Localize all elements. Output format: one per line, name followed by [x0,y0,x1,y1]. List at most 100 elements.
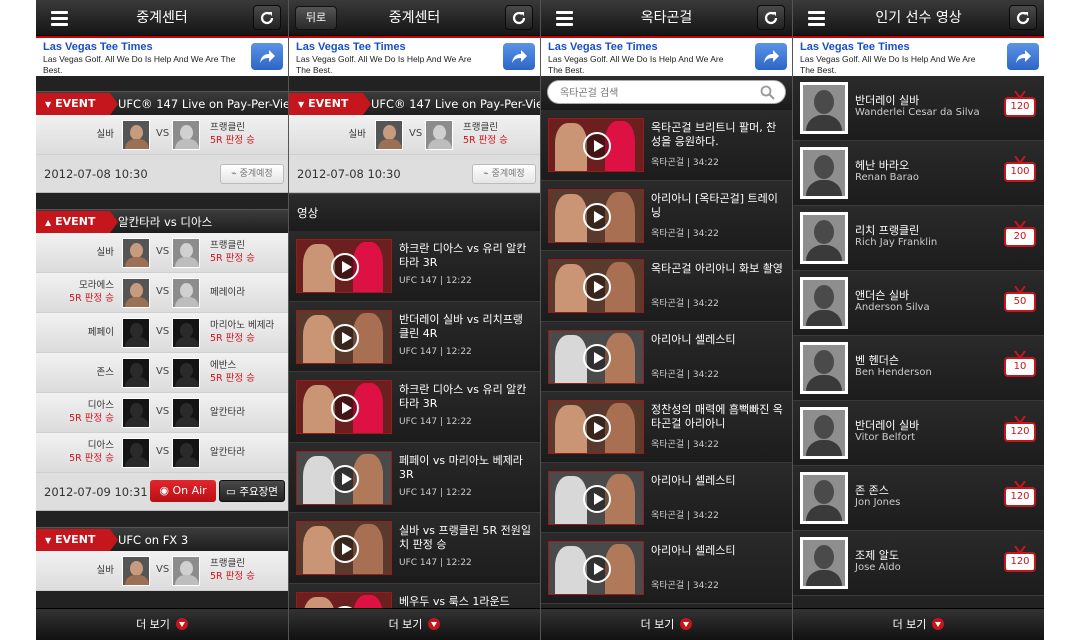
video-meta: UFC 147 | 12:22 [399,276,472,286]
refresh-button[interactable] [1009,5,1037,30]
search-icon[interactable] [760,85,775,100]
video-item[interactable]: 실바 vs 프랭클린 5R 전원일치 판정 승 UFC 147 | 12:22 [289,513,540,584]
match-row[interactable]: 실바 VS 프랭클린 5R 판정 승 [36,551,288,591]
player-item[interactable]: 벤 헨더슨 Ben Henderson 10 [793,336,1044,401]
ad-title: Las Vegas Tee Times [296,41,406,53]
share-arrow-icon[interactable] [755,43,787,70]
video-title: 아리아니 셀레스티 [651,544,736,557]
refresh-button[interactable] [757,5,785,30]
player-name-english: Vitor Belfort [855,432,916,443]
video-item[interactable]: 정찬성의 매력에 흠뻑빠진 옥타곤걸 아리아니 옥타곤걸 | 34:22 [541,392,792,463]
match-row[interactable]: 페페이 VS 마리아노 베제라 5R 판정 승 [36,313,288,353]
player-item[interactable]: 헤난 바라오 Renan Barao 100 [793,141,1044,206]
event-header[interactable]: ▼ EVENT UFC® 147 Live on Pay-Per-View [36,91,288,115]
page-title: 중계센터 [388,10,441,26]
play-icon [331,394,359,422]
match-row[interactable]: 디아스 5R 판정 승 VS 알칸타라 [36,433,288,473]
event-detail-content: ▼ EVENT UFC® 147 Live on Pay-Per-View 실바 … [289,76,540,608]
match-row[interactable]: 실바 VS 프랭클린 5R 판정 승 [36,233,288,273]
play-icon [331,464,359,493]
player-item[interactable]: 리치 프랭클린 Rich Jay Franklin 20 [793,206,1044,271]
video-item[interactable]: 페페이 vs 마리아노 베제라 3R UFC 147 | 12:22 [289,442,540,513]
video-item[interactable]: 옥타곤걸 브리트니 팔머, 찬성을 응원하다. 옥타곤걸 | 34:22 [541,110,792,181]
refresh-button[interactable] [253,5,281,30]
event-header[interactable]: ▲ EVENT 알칸타라 vs 디아스 [36,209,288,233]
player-portrait [800,277,848,329]
video-thumbnail [548,259,644,313]
ad-banner[interactable]: Las Vegas Tee Times Las Vegas Golf. All … [793,36,1044,76]
schedule-button[interactable]: ⌁ 중계예정 [220,164,284,184]
screen-octagon-girl: 옥타곤걸 Las Vegas Tee Times Las Vegas Golf.… [540,0,792,640]
player-portrait [800,82,848,134]
search-bar [541,76,792,110]
share-arrow-icon[interactable] [251,43,283,70]
fighter-left: 존스 [96,367,114,378]
match-row[interactable]: 실바 VS 프랭클린 5R 판정 승 [36,115,288,155]
event-date: 2012-07-09 10:31 [44,485,148,499]
video-title: 페페이 vs 마리아노 베제라 3R [399,453,523,481]
tv-icon: 120 [1004,481,1036,509]
video-item[interactable]: 반더레이 실바 vs 리치프랭클린 4R UFC 147 | 12:22 [289,301,540,372]
play-icon [583,132,611,160]
ad-banner[interactable]: Las Vegas Tee Times Las Vegas Golf. All … [36,36,288,76]
fighter-left: 모라에스 5R 판정 승 [69,280,114,304]
video-item[interactable]: 아리아니 셀레스티 옥타곤걸 | 34:22 [541,321,792,392]
event-header[interactable]: ▼ EVENT UFC® 147 Live on Pay-Per-View [289,91,540,115]
fighter-left-photo [122,120,150,150]
video-item[interactable]: 하크란 디아스 vs 유리 알칸타라 3R UFC 147 | 12:22 [289,231,540,302]
page-title: 중계센터 [136,10,188,26]
event-header[interactable]: ▼ EVENT UFC on FX 3 [36,527,288,551]
more-button[interactable]: 더 보기 [289,608,540,640]
more-button[interactable]: 더 보기 [36,608,288,640]
player-item[interactable]: 존 존스 Jon Jones 120 [793,466,1044,531]
share-arrow-icon[interactable] [503,43,535,70]
player-name-korean: 헤난 바라오 [855,159,910,172]
ad-text: Las Vegas Golf. All We Do Is Help And We… [548,54,724,75]
fighter-right-photo [172,398,200,428]
schedule-button[interactable]: ⌁ 중계예정 [472,164,536,184]
event-date: 2012-07-08 10:30 [44,167,148,181]
search-box[interactable] [547,80,786,105]
share-arrow-icon[interactable] [1007,43,1039,70]
video-item[interactable]: 아리아니 [옥타곤걸] 트레이닝 옥타곤걸 | 34:22 [541,180,792,251]
video-item[interactable]: 베우두 vs 룩스 1라운드 [289,583,540,608]
fighter-right-photo [172,120,200,150]
highlights-button[interactable]: ▭ 주요장면 [219,480,285,502]
player-item[interactable]: 반더레이 실바 Vitor Belfort 120 [793,401,1044,466]
video-title: 정찬성의 매력에 흠뻑빠진 옥타곤걸 아리아니 [651,403,783,430]
event-badge: ▼ EVENT [36,529,118,551]
player-name-korean: 존 존스 [855,484,889,497]
more-button[interactable]: 더 보기 [793,608,1044,640]
more-button[interactable]: 더 보기 [541,608,792,640]
search-input[interactable] [548,82,748,105]
video-item[interactable]: 하크란 디아스 vs 유리 알칸타라 3R UFC 147 | 12:22 [289,372,540,443]
ad-title: Las Vegas Tee Times [43,41,153,53]
octagon-video-list: 옥타곤걸 브리트니 팔머, 찬성을 응원하다. 옥타곤걸 | 34:22 아리아… [541,76,792,608]
match-row[interactable]: 실바 VS 프랭클린 5R 판정 승 [289,115,540,155]
video-meta: 옥타곤걸 | 34:22 [651,299,719,309]
event-title: UFC® 147 Live on Pay-Per-View [371,97,540,111]
player-item[interactable]: 반더레이 실바 Wanderlei Cesar da Silva 120 [793,76,1044,141]
player-portrait [800,472,848,524]
player-item[interactable]: 조제 알도 Jose Aldo 120 [793,531,1044,596]
match-row[interactable]: 모라에스 5R 판정 승 VS 페레이라 [36,273,288,313]
match-row[interactable]: 존스 VS 에반스 5R 판정 승 [36,353,288,393]
tv-icon: 100 [1004,156,1036,184]
refresh-icon [260,11,274,24]
tv-icon: 50 [1004,286,1036,314]
video-count: 120 [1004,422,1036,442]
fighter-right-photo [172,238,200,268]
screen-broadcast-center: 중계센터 Las Vegas Tee Times Las Vegas Golf.… [36,0,288,640]
on-air-button[interactable]: ◉ On Air [150,480,216,502]
refresh-button[interactable] [505,5,533,30]
ad-banner[interactable]: Las Vegas Tee Times Las Vegas Golf. All … [541,36,792,76]
ad-banner[interactable]: Las Vegas Tee Times Las Vegas Golf. All … [289,36,540,76]
fighter-right: 마리아노 베제라 5R 판정 승 [210,320,275,344]
player-item[interactable]: 앤더슨 실바 Anderson Silva 50 [793,271,1044,336]
match-row[interactable]: 디아스 5R 판정 승 VS 알칸타라 [36,393,288,433]
video-item[interactable]: 옥타곤걸 아리아니 화보 촬영 옥타곤걸 | 34:22 [541,251,792,322]
video-item[interactable]: 아리아니 셀레스티 옥타곤걸 | 34:22 [541,533,792,604]
video-item[interactable]: 아리아니 셀레스티 옥타곤걸 | 34:22 [541,462,792,533]
title-bar: 옥타곤걸 [541,0,792,36]
chevron-down-icon [175,618,188,630]
